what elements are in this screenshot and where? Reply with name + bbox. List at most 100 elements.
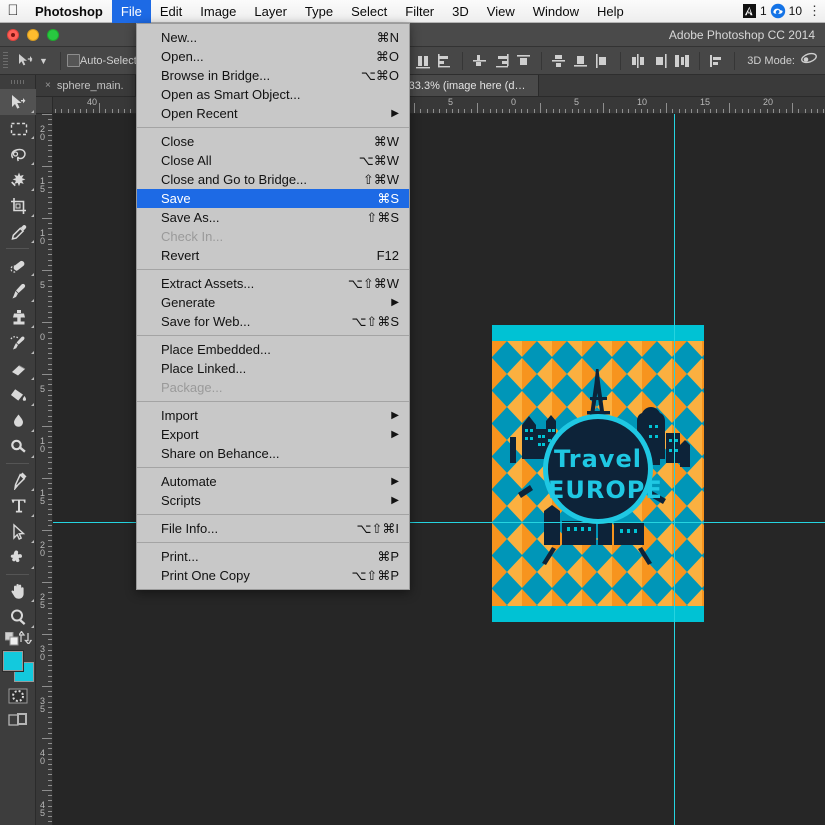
distribute-vertical-center-icon[interactable] [570,51,592,71]
menu-item-browse-in-bridge[interactable]: Browse in Bridge... ⌥⌘O [137,66,409,85]
distribute-left-icon[interactable] [627,51,649,71]
swap-colors-icon[interactable] [17,630,33,649]
ruler-corner[interactable] [36,97,53,114]
menu-item-print[interactable]: Print... ⌘P [137,547,409,566]
ruler-tick [42,218,52,219]
menu-item-close[interactable]: Close ⌘W [137,132,409,151]
close-window-button[interactable] [7,29,19,41]
spot-healing-brush-icon[interactable] [0,252,36,278]
menu-file[interactable]: File [111,0,151,23]
ruler-tick [48,260,52,261]
menu-item-print-one-copy[interactable]: Print One Copy ⌥⇧⌘P [137,566,409,585]
menu-help[interactable]: Help [588,0,633,23]
apple-logo-icon[interactable]:  [0,3,26,20]
menu-item-extract-assets[interactable]: Extract Assets... ⌥⇧⌘W [137,274,409,293]
menu-item-share-on-behance[interactable]: Share on Behance... [137,444,409,463]
menu-item-save-as[interactable]: Save As... ⇧⌘S [137,208,409,227]
menu-item-close-all[interactable]: Close All ⌥⌘W [137,151,409,170]
menu-item-save-for-web[interactable]: Save for Web... ⌥⇧⌘S [137,312,409,331]
menu-item-revert[interactable]: Revert F12 [137,246,409,265]
menu-window[interactable]: Window [524,0,588,23]
menu-item-scripts[interactable]: Scripts ▶ [137,491,409,510]
creative-cloud-count: 10 [788,4,802,18]
foreground-color-swatch[interactable] [3,651,23,671]
menu-type[interactable]: Type [296,0,342,23]
ruler-tick [48,514,52,515]
history-brush-icon[interactable] [0,330,36,356]
minimize-window-button[interactable] [27,29,39,41]
creative-cloud-icon[interactable] [770,3,786,19]
threed-orbit-icon[interactable] [795,51,825,70]
crop-tool-icon[interactable] [0,193,36,219]
active-tool-preset[interactable]: ▼ [11,53,54,69]
menu-view[interactable]: View [478,0,524,23]
default-colors-icon[interactable] [4,631,19,651]
eyedropper-icon[interactable] [0,219,36,245]
menu-item-place-embedded[interactable]: Place Embedded... [137,340,409,359]
menu-item-open-recent[interactable]: Open Recent ▶ [137,104,409,123]
menu-app-name[interactable]: Photoshop [26,0,112,23]
quick-mask-toggle[interactable] [0,684,36,708]
clone-stamp-icon[interactable] [0,304,36,330]
ruler-tick [48,395,52,396]
pen-tool-icon[interactable] [0,467,36,493]
menu-item-import[interactable]: Import ▶ [137,406,409,425]
move-tool-icon[interactable] [0,89,36,115]
menu-layer[interactable]: Layer [245,0,296,23]
zoom-tool-icon[interactable] [0,604,36,630]
hand-tool-icon[interactable] [0,578,36,604]
distribute-right-icon[interactable] [671,51,693,71]
menu-3d[interactable]: 3D [443,0,478,23]
ruler-tick [48,681,52,682]
brush-tool-icon[interactable] [0,278,36,304]
align-bottom-edges-icon[interactable] [513,51,535,71]
align-horizontal-centers-icon[interactable] [412,51,434,71]
menu-item-save[interactable]: Save ⌘S [137,189,409,208]
menu-bar-overflow-icon[interactable]: ⋮ [805,3,821,19]
custom-shape-icon[interactable] [0,545,36,571]
menu-item-open-as-smart-object[interactable]: Open as Smart Object... [137,85,409,104]
menu-item-generate[interactable]: Generate ▶ [137,293,409,312]
chevron-down-icon[interactable]: ▼ [39,56,48,66]
poster-artwork[interactable]: Travel EUROPE [492,325,704,622]
paint-bucket-icon[interactable] [0,382,36,408]
path-selection-icon[interactable] [0,519,36,545]
menu-item-close-and-go-to-bridge[interactable]: Close and Go to Bridge... ⇧⌘W [137,170,409,189]
ruler-tick [48,286,52,287]
document-tab-bar: ×sphere_main.×@ 17.9% (WEBtravel, RG…×mo… [0,75,825,97]
align-right-edges-icon[interactable] [434,51,456,71]
menu-item-new[interactable]: New... ⌘N [137,28,409,47]
document-tab[interactable]: × sphere_main. [36,75,136,96]
distribute-top-icon[interactable] [548,51,570,71]
eraser-tool-icon[interactable] [0,356,36,382]
menu-item-file-info[interactable]: File Info... ⌥⇧⌘I [137,519,409,538]
menu-image[interactable]: Image [191,0,245,23]
distribute-bottom-icon[interactable] [592,51,614,71]
screen-mode-button[interactable] [0,708,36,732]
align-vertical-centers-icon[interactable] [491,51,513,71]
magic-wand-icon[interactable] [0,167,36,193]
menu-select[interactable]: Select [342,0,396,23]
distribute-horizontal-center-icon[interactable] [649,51,671,71]
menu-item-open[interactable]: Open... ⌘O [137,47,409,66]
distribute-spacing-icon[interactable] [706,51,728,71]
close-tab-icon[interactable]: × [45,80,51,91]
dodge-tool-icon[interactable] [0,434,36,460]
lasso-tool-icon[interactable] [0,141,36,167]
menu-edit[interactable]: Edit [151,0,191,23]
adobe-app-icon[interactable] [742,4,757,18]
auto-select-checkbox[interactable] [66,54,80,67]
align-top-edges-icon[interactable] [469,51,491,71]
menu-item-shortcut: ⌥⇧⌘P [351,567,399,583]
blur-tool-icon[interactable] [0,408,36,434]
options-bar-grip[interactable] [0,47,11,75]
menu-item-automate[interactable]: Automate ▶ [137,472,409,491]
menu-filter[interactable]: Filter [396,0,443,23]
tools-panel-grip[interactable] [0,75,35,89]
rectangular-marquee-icon[interactable] [0,115,36,141]
type-tool-icon[interactable] [0,493,36,519]
zoom-window-button[interactable] [47,29,59,41]
menu-item-export[interactable]: Export ▶ [137,425,409,444]
vertical-ruler[interactable]: 20 15 10 5 0 5 10 15 20 25 30 35 40 45 [36,114,53,825]
menu-item-place-linked[interactable]: Place Linked... [137,359,409,378]
